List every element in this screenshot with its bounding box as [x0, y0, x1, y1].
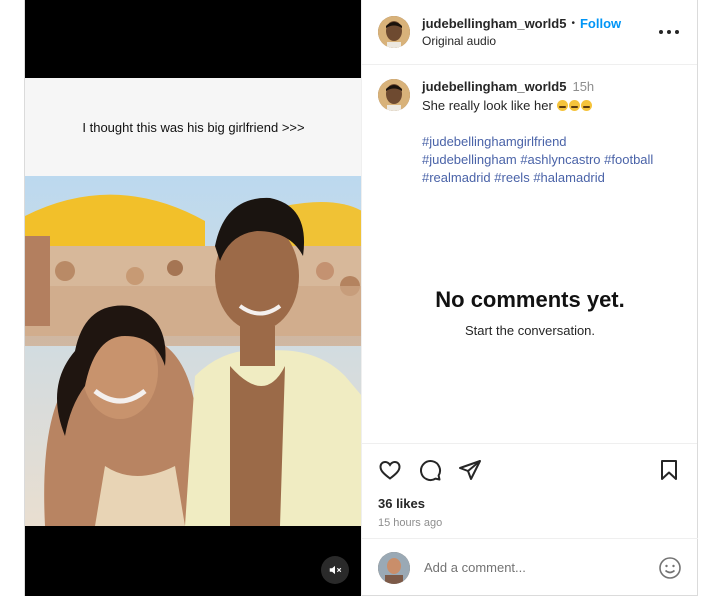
- post-actions: 36 likes 15 hours ago: [362, 443, 697, 538]
- crying-emoji-icon: [569, 100, 581, 111]
- more-options-icon[interactable]: [659, 24, 679, 40]
- caption-time: 15h: [572, 79, 595, 94]
- caption-section: judebellingham_world5 15h She really look…: [362, 65, 697, 443]
- save-button[interactable]: [657, 458, 681, 482]
- action-icons: [378, 456, 681, 484]
- caption-author-avatar[interactable]: [378, 79, 410, 111]
- viewer-avatar: [378, 551, 410, 584]
- more-dot: [675, 30, 679, 34]
- hashtag-link[interactable]: #realmadrid: [422, 170, 491, 185]
- comment-input[interactable]: [424, 560, 658, 575]
- caption-text: judebellingham_world5 15h She really look…: [422, 79, 681, 443]
- comment-bubble-icon: [420, 460, 442, 482]
- heart-icon: [379, 460, 401, 480]
- caption-header: judebellingham_world5 15h: [422, 79, 681, 94]
- more-dot: [659, 30, 663, 34]
- empty-comments-subtitle: Start the conversation.: [464, 323, 596, 338]
- like-button[interactable]: [378, 458, 402, 482]
- video-overlay-text: I thought this was his big girlfriend >>…: [82, 119, 305, 135]
- post-header-top: judebellingham_world5 • Follow: [422, 16, 621, 31]
- crying-emoji-icon: [581, 100, 593, 111]
- post-container: I thought this was his big girlfriend >>…: [24, 0, 698, 596]
- hashtag-link[interactable]: #football: [604, 152, 653, 167]
- paper-plane-icon: [459, 460, 481, 480]
- post-side-panel: judebellingham_world5 • Follow Original …: [361, 0, 698, 596]
- crying-emoji-icon: [557, 100, 569, 111]
- empty-comments: No comments yet. Start the conversation.: [362, 287, 698, 338]
- hashtag-link[interactable]: #judebellingham: [422, 152, 517, 167]
- post-header-text: judebellingham_world5 • Follow Original …: [422, 16, 621, 48]
- video-text-overlay: I thought this was his big girlfriend >>…: [25, 78, 361, 176]
- hashtag-link[interactable]: #halamadrid: [533, 170, 605, 185]
- hashtag-link[interactable]: #judebellinghamgirlfriend: [422, 134, 567, 149]
- comment-bar: [362, 538, 698, 596]
- post-header: judebellingham_world5 • Follow Original …: [362, 0, 697, 65]
- separator-dot: •: [571, 18, 575, 29]
- post-video[interactable]: I thought this was his big girlfriend >>…: [25, 0, 361, 596]
- instagram-post-modal: I thought this was his big girlfriend >>…: [0, 0, 711, 596]
- follow-button[interactable]: Follow: [580, 16, 621, 31]
- mute-button[interactable]: [321, 556, 349, 584]
- hashtag-link[interactable]: #reels: [494, 170, 529, 185]
- avatar-image: [378, 16, 410, 48]
- author-username[interactable]: judebellingham_world5: [422, 16, 566, 31]
- author-avatar[interactable]: [378, 16, 410, 48]
- caption-hashtags: #judebellinghamgirlfriend #judebellingha…: [422, 133, 681, 187]
- bookmark-icon: [661, 460, 677, 480]
- post-timestamp: 15 hours ago: [378, 517, 443, 529]
- share-button[interactable]: [458, 458, 482, 482]
- emoji-smile-icon[interactable]: [658, 556, 682, 580]
- avatar-image: [378, 79, 410, 111]
- video-frame-image: [25, 176, 361, 526]
- comment-button[interactable]: [418, 458, 442, 482]
- speaker-muted-icon: [329, 565, 342, 575]
- caption-username[interactable]: judebellingham_world5: [422, 79, 566, 94]
- avatar-image: [378, 551, 410, 584]
- caption-message-text: She really look like her: [422, 98, 553, 113]
- hashtag-link[interactable]: #ashlyncastro: [520, 152, 600, 167]
- more-dot: [667, 30, 671, 34]
- audio-label[interactable]: Original audio: [422, 34, 621, 48]
- video-frame-illustration: [25, 176, 361, 526]
- like-count[interactable]: 36 likes: [378, 496, 681, 511]
- empty-comments-title: No comments yet.: [435, 287, 625, 312]
- caption-message: She really look like her: [422, 98, 681, 113]
